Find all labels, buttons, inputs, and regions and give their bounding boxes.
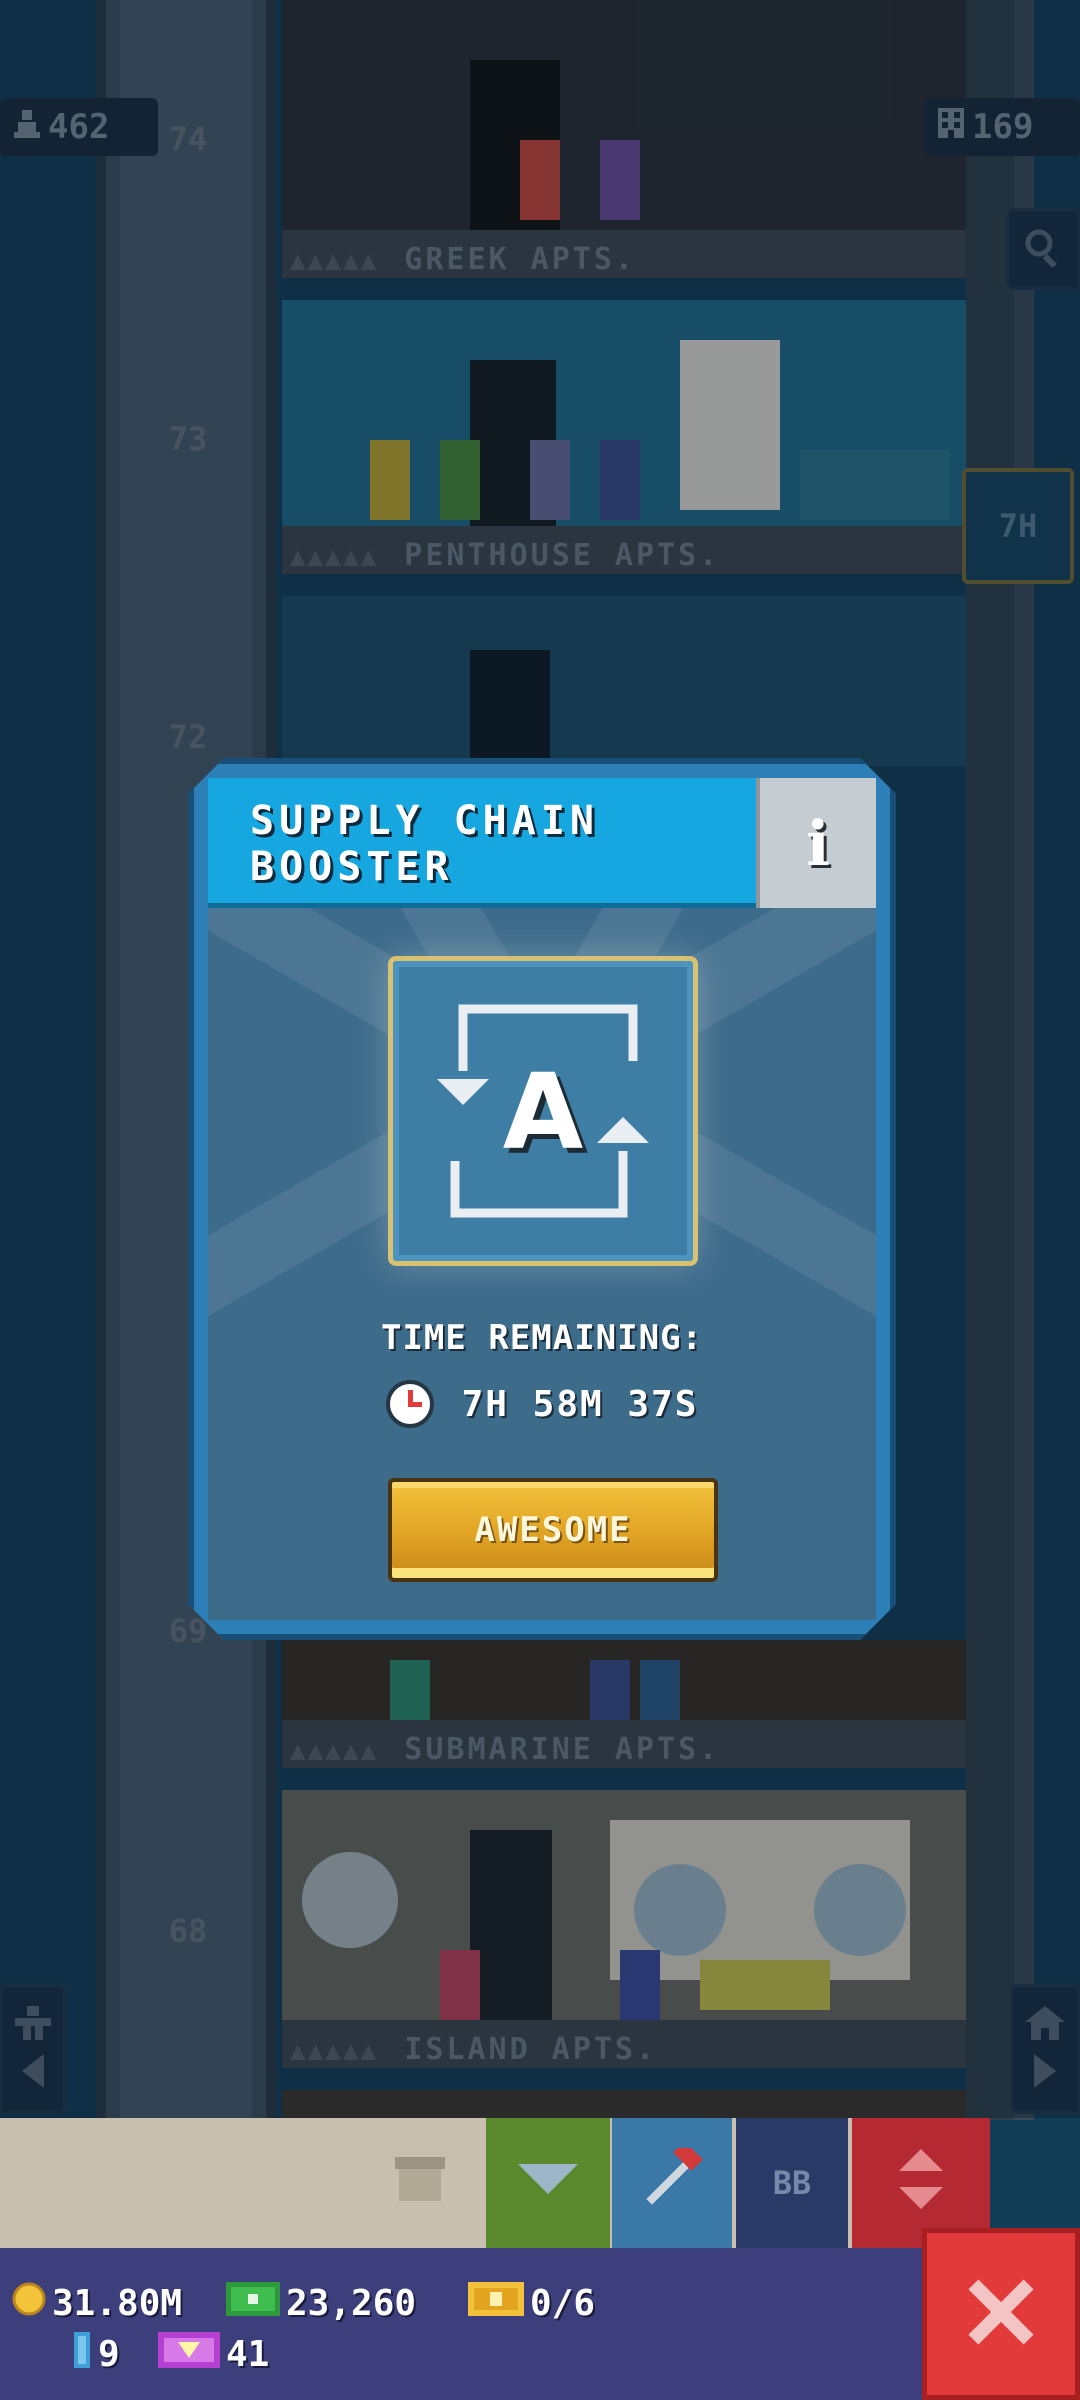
keys-value: 9: [98, 2334, 120, 2375]
booster-dialog-body: SUPPLY CHAIN BOOSTER i A TIME REMAINING:…: [208, 778, 876, 1620]
info-button[interactable]: i: [756, 778, 876, 908]
time-remaining-label: TIME REMAINING:: [380, 1318, 704, 1358]
vip-icon: [158, 2332, 220, 2377]
ticket-icon: [468, 2282, 524, 2325]
booster-dialog: SUPPLY CHAIN BOOSTER i A TIME REMAINING:…: [188, 758, 896, 1640]
chevron-down-icon: [518, 2164, 578, 2202]
time-remaining-value: 7H 58M 37S: [461, 1383, 699, 1425]
currency-status-bar: 31.80M 23,260 0/6 9 41: [0, 2248, 930, 2400]
booster-letter: A: [502, 1051, 584, 1173]
info-icon: i: [806, 806, 830, 880]
dialog-title-bar: SUPPLY CHAIN BOOSTER i: [208, 778, 876, 908]
elevator-icon: [899, 2149, 943, 2217]
hammer-icon: [641, 2141, 703, 2218]
bux-stat[interactable]: 23,260: [226, 2282, 416, 2325]
close-icon: [966, 2277, 1036, 2351]
vip-stat[interactable]: 41: [158, 2332, 269, 2377]
booster-icon-tile: A: [388, 956, 698, 1266]
coins-stat[interactable]: 31.80M: [12, 2282, 182, 2325]
close-button[interactable]: [922, 2228, 1080, 2400]
box-button[interactable]: [370, 2118, 470, 2248]
bitizen-button[interactable]: [486, 2118, 610, 2248]
build-button[interactable]: [612, 2118, 732, 2248]
awesome-button-label: AWESOME: [474, 1510, 632, 1550]
time-remaining-row: 7H 58M 37S: [208, 1376, 876, 1432]
coin-icon: [12, 2282, 46, 2325]
awesome-button[interactable]: AWESOME: [388, 1478, 718, 1582]
bitbook-label: BB: [772, 2164, 812, 2202]
dialog-title: SUPPLY CHAIN BOOSTER: [250, 798, 599, 890]
vip-value: 41: [226, 2334, 270, 2375]
clock-icon: [386, 1380, 434, 1428]
key-icon: [72, 2332, 92, 2377]
box-icon: [395, 2157, 445, 2209]
bitbook-button[interactable]: BB: [736, 2118, 848, 2248]
bux-value: 23,260: [286, 2283, 417, 2324]
keys-stat[interactable]: 9: [72, 2332, 120, 2377]
bux-icon: [226, 2282, 280, 2325]
bottom-toolbar: BB: [0, 2118, 990, 2248]
tickets-value: 0/6: [530, 2283, 596, 2324]
coins-value: 31.80M: [52, 2283, 183, 2324]
tickets-stat[interactable]: 0/6: [468, 2282, 595, 2325]
